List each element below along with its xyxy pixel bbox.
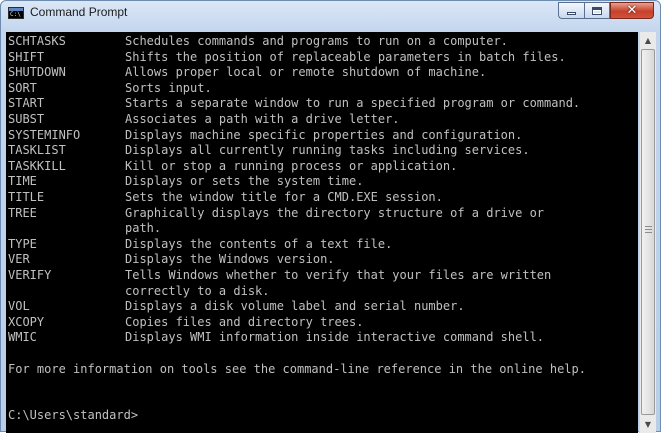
- window-controls: ✕: [558, 2, 654, 20]
- command-name: XCOPY: [8, 314, 45, 329]
- close-button[interactable]: ✕: [610, 2, 654, 19]
- command-prompt-line[interactable]: C:\Users\standard>: [8, 408, 138, 423]
- minimize-button[interactable]: [558, 2, 584, 19]
- cmd-icon[interactable]: C:\: [8, 7, 24, 19]
- command-name: TYPE: [8, 236, 37, 251]
- command-description: Displays a disk volume label and serial …: [125, 299, 465, 314]
- command-description: Copies files and directory trees.: [125, 314, 364, 329]
- console-line: path.: [8, 221, 161, 236]
- console-line: TITLE Sets the window title for a CMD.EXE…: [8, 190, 443, 205]
- close-icon: ✕: [626, 3, 638, 18]
- command-description: Displays or sets the system time.: [125, 174, 364, 189]
- command-name: TIME: [8, 174, 37, 189]
- command-description: Kill or stop a running process or applic…: [125, 158, 458, 173]
- console-line: TASKLIST Displays all currently running t…: [8, 143, 530, 158]
- command-name: SCHTASKS: [8, 34, 66, 48]
- console-line: TYPE Displays the contents of a text file…: [8, 237, 392, 252]
- command-name: TASKLIST: [8, 143, 66, 158]
- command-name: START: [8, 96, 45, 111]
- command-description: Tells Windows whether to verify that you…: [125, 268, 552, 282]
- cmd-icon-text: C:\: [10, 11, 21, 18]
- command-name: TASKKILL: [8, 158, 66, 173]
- console-line: VER Displays the Windows version.: [8, 252, 335, 267]
- minimize-icon: [567, 12, 576, 15]
- command-name: VERIFY: [8, 268, 52, 282]
- scroll-up-icon[interactable]: ▲: [640, 32, 656, 49]
- command-name: TREE: [8, 205, 37, 220]
- maximize-button[interactable]: [584, 2, 610, 19]
- console-line: VOL Displays a disk volume label and seri…: [8, 299, 465, 314]
- command-description: Allows proper local or remote shutdown o…: [125, 65, 487, 80]
- console-line: XCOPY Copies files and directory trees.: [8, 315, 363, 330]
- command-description: Shifts the position of replaceable param…: [125, 49, 566, 64]
- command-description: Associates a path with a drive letter.: [125, 112, 400, 126]
- command-description: Displays WMI information inside interact…: [125, 330, 545, 345]
- command-name: SUBST: [8, 112, 45, 126]
- command-description: Schedules commands and programs to run o…: [125, 34, 508, 48]
- console-line: correctly to a disk.: [8, 284, 270, 299]
- command-description: Graphically displays the directory struc…: [125, 205, 545, 220]
- console-line: TASKKILL Kill or stop a running process o…: [8, 159, 457, 174]
- command-name: TITLE: [8, 190, 45, 204]
- command-description: correctly to a disk.: [125, 283, 270, 298]
- command-description: Displays machine specific properties and…: [125, 127, 523, 142]
- command-description: path.: [125, 221, 162, 236]
- scroll-down-icon[interactable]: ▼: [640, 416, 656, 433]
- command-name: SHIFT: [8, 49, 45, 64]
- console-line: SHIFT Shifts the position of replaceable …: [8, 50, 566, 65]
- vertical-scrollbar[interactable]: ▲ ▼: [639, 32, 656, 433]
- command-description: Sets the window title for a CMD.EXE sess…: [125, 190, 443, 204]
- title-bar[interactable]: C:\ Command Prompt ✕: [1, 1, 660, 25]
- command-name: WMIC: [8, 330, 37, 345]
- console-output[interactable]: SCHTASKS Schedules commands and programs …: [6, 32, 638, 433]
- console-line: TREE Graphically displays the directory s…: [8, 206, 544, 221]
- maximize-icon: [592, 6, 602, 15]
- command-description: Displays the contents of a text file.: [125, 236, 393, 251]
- help-footer: For more information on tools see the co…: [8, 361, 586, 376]
- command-name: SORT: [8, 80, 37, 95]
- command-prompt-window: C:\ Command Prompt ✕ SCHTASKS Schedules c…: [0, 0, 661, 433]
- console-line: SHUTDOWN Allows proper local or remote sh…: [8, 65, 486, 80]
- console-line: VERIFY Tells Windows whether to verify th…: [8, 268, 551, 283]
- command-description: Displays the Windows version.: [125, 252, 335, 267]
- command-description: Starts a separate window to run a specif…: [125, 96, 581, 111]
- command-name: VOL: [8, 299, 30, 314]
- command-description: Sorts input.: [125, 80, 212, 95]
- console-line: SYSTEMINFO Displays machine specific prop…: [8, 128, 522, 143]
- command-name: SYSTEMINFO: [8, 127, 81, 142]
- console-line: SUBST Associates a path with a drive lett…: [8, 112, 400, 127]
- command-name: VER: [8, 252, 30, 267]
- scroll-thumb[interactable]: [641, 49, 655, 415]
- command-description: Displays all currently running tasks inc…: [125, 143, 530, 158]
- window-title: Command Prompt: [30, 5, 128, 19]
- command-name: SHUTDOWN: [8, 65, 66, 80]
- grip-icon: [645, 226, 652, 234]
- console-line: TIME Displays or sets the system time.: [8, 174, 363, 189]
- console-line: START Starts a separate window to run a s…: [8, 96, 580, 111]
- console-line: SCHTASKS Schedules commands and programs …: [8, 34, 508, 49]
- console-line: WMIC Displays WMI information inside inte…: [8, 330, 544, 345]
- console-line: SORT Sorts input.: [8, 81, 212, 96]
